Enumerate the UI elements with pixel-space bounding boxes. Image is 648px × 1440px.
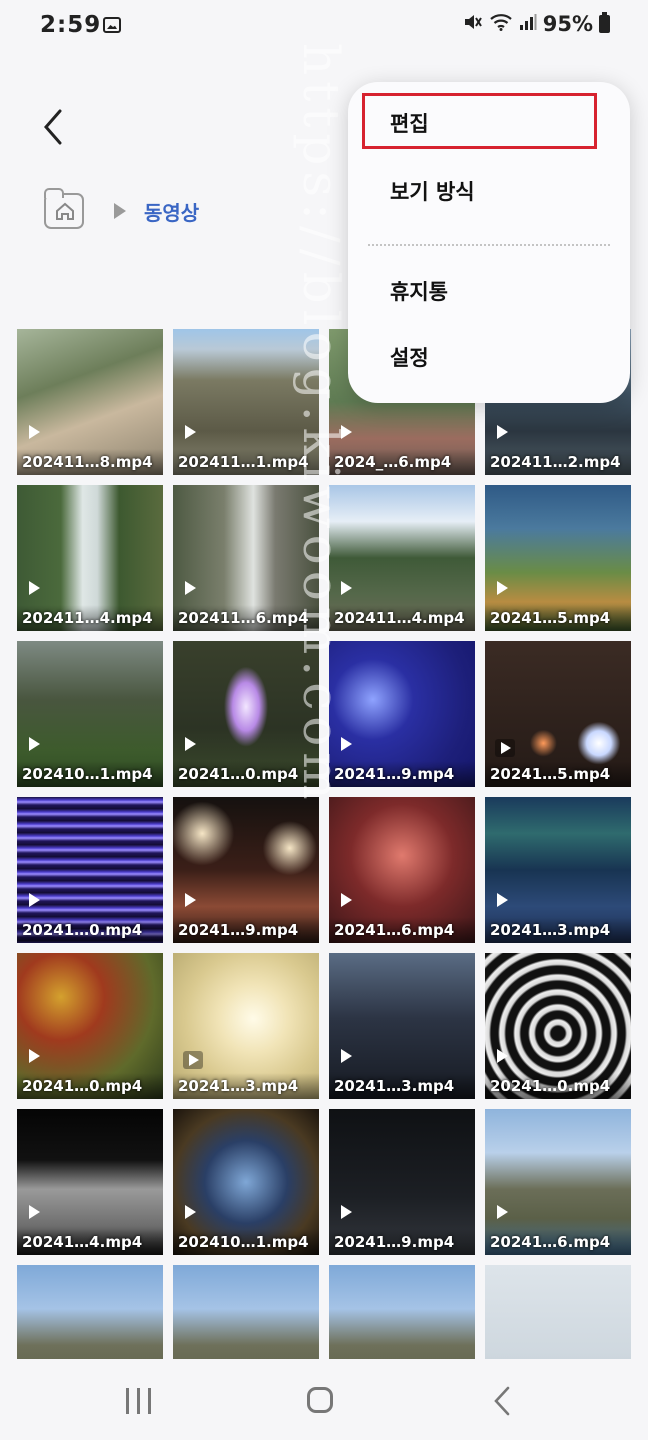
video-tile[interactable]: 20241…3.mp4 [485,797,631,943]
video-filename: 20241…0.mp4 [17,917,163,943]
play-icon [183,1051,203,1069]
video-tile[interactable]: 202411…4.mp4 [17,485,163,631]
video-filename: 20241…6.mp4 [485,1229,631,1255]
video-tile[interactable] [17,1265,163,1359]
play-icon [185,425,196,439]
overflow-menu: 편집 보기 방식 휴지통 설정 [348,82,630,403]
home-folder-button[interactable] [44,188,84,229]
play-icon [29,1049,40,1063]
home-icon [56,202,74,220]
video-filename: 20241…4.mp4 [17,1229,163,1255]
play-icon [497,893,508,907]
watermark-text: https://blog.kiwoom.com [292,43,350,806]
chevron-left-icon [44,109,62,145]
video-tile[interactable]: 20241…0.mp4 [17,797,163,943]
signal-icon [519,12,537,36]
video-filename: 20241…0.mp4 [485,1073,631,1099]
video-filename: 202410…1.mp4 [173,1229,319,1255]
video-tile[interactable]: 20241…9.mp4 [173,797,319,943]
chevron-left-icon [494,1386,510,1416]
nav-back-button[interactable] [492,1386,514,1420]
play-icon [497,425,508,439]
breadcrumb-current[interactable]: 동영상 [144,197,199,226]
video-filename: 202411…8.mp4 [17,449,163,475]
wifi-icon [489,12,513,36]
video-filename: 20241…3.mp4 [485,917,631,943]
video-tile[interactable]: 20241…4.mp4 [17,1109,163,1255]
gallery-notification-icon [103,17,121,33]
play-icon [497,581,508,595]
video-tile[interactable]: 20241…5.mp4 [485,641,631,787]
video-tile[interactable]: 20241…3.mp4 [173,953,319,1099]
play-icon [185,581,196,595]
mute-icon [463,12,483,36]
video-filename: 20241…5.mp4 [485,761,631,787]
play-icon [495,739,515,757]
video-filename: 202410…1.mp4 [17,761,163,787]
menu-divider [368,244,610,246]
video-tile[interactable]: 202411…8.mp4 [17,329,163,475]
video-filename: 20241…3.mp4 [173,1073,319,1099]
video-tile[interactable]: 20241…6.mp4 [485,1109,631,1255]
video-filename: 20241…5.mp4 [485,605,631,631]
play-icon [29,581,40,595]
video-filename: 20241…9.mp4 [173,917,319,943]
navigation-bar [0,1360,648,1440]
play-icon [29,737,40,751]
play-icon [29,425,40,439]
breadcrumb-arrow-icon [114,203,126,219]
recents-button[interactable] [126,1388,152,1414]
video-tile[interactable]: 20241…5.mp4 [485,485,631,631]
video-tile[interactable]: 20241…0.mp4 [485,953,631,1099]
home-button[interactable] [307,1387,333,1413]
video-tile[interactable]: 202410…1.mp4 [173,1109,319,1255]
play-icon [497,1205,508,1219]
status-time: 2:59 [40,12,102,38]
battery-icon [599,12,610,33]
menu-item-settings[interactable]: 설정 [390,342,429,372]
play-icon [497,1049,508,1063]
video-filename: 202411…2.mp4 [485,449,631,475]
play-icon [29,1205,40,1219]
play-icon [29,893,40,907]
status-icons: 95% [463,12,610,36]
menu-item-view-mode[interactable]: 보기 방식 [390,176,475,206]
play-icon [185,737,196,751]
video-tile[interactable] [173,1265,319,1359]
video-filename: 202411…4.mp4 [17,605,163,631]
battery-percent: 95% [542,12,593,36]
breadcrumb: 동영상 [44,188,199,229]
play-icon [185,1205,196,1219]
play-icon [185,893,196,907]
menu-item-edit[interactable]: 편집 [390,108,429,138]
back-button[interactable] [34,103,74,151]
video-filename: 20241…0.mp4 [17,1073,163,1099]
menu-item-trash[interactable]: 휴지통 [390,276,448,306]
video-tile[interactable]: 20241…0.mp4 [17,953,163,1099]
video-tile[interactable]: 202410…1.mp4 [17,641,163,787]
video-tile[interactable] [485,1265,631,1359]
